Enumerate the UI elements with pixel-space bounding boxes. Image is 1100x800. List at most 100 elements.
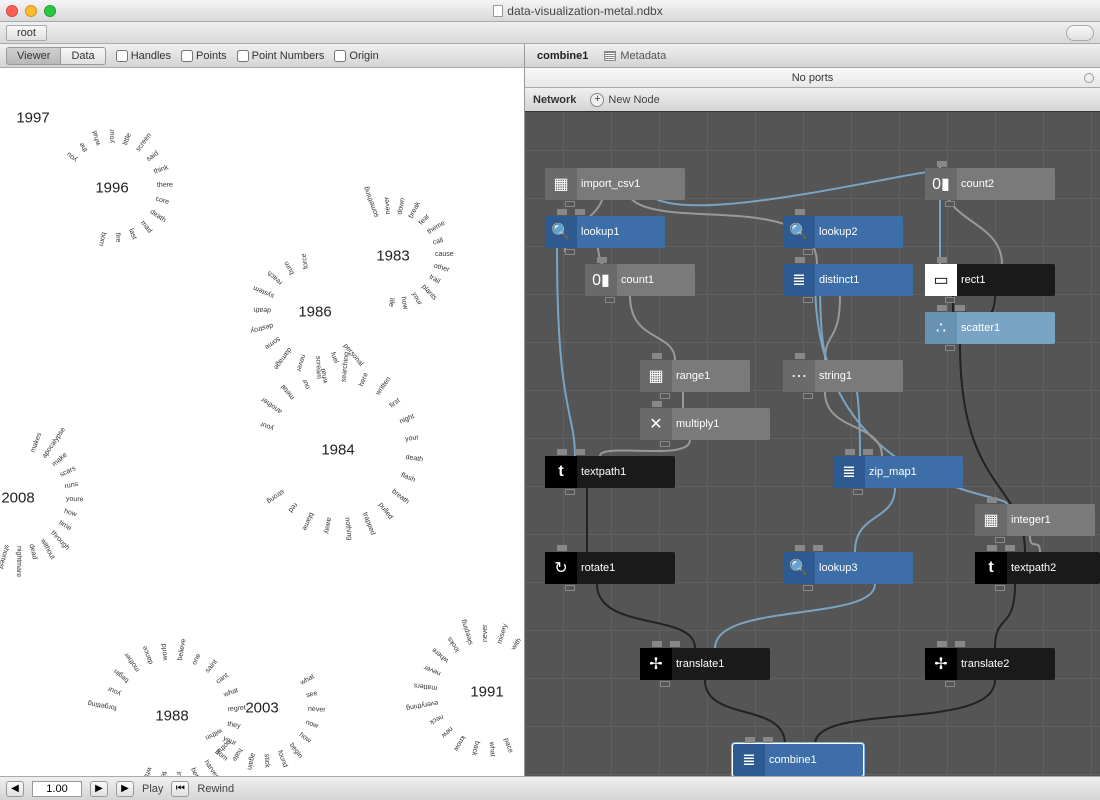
network-canvas[interactable]: ▦import_csv1 0▮count2 🔍lookup1 🔍lookup2 … [525, 112, 1100, 776]
plus-icon: + [590, 93, 604, 107]
svg-text:down: down [396, 197, 406, 215]
svg-text:again: again [245, 752, 256, 770]
tab-viewer[interactable]: Viewer [6, 47, 61, 65]
ports-settings-button[interactable] [1084, 73, 1094, 83]
svg-text:another: another [260, 395, 284, 415]
svg-text:red: red [287, 501, 299, 513]
svg-text:think: think [153, 164, 170, 176]
svg-text:makes: makes [30, 431, 44, 453]
viewer-canvas[interactable]: 1997 1996 1983 1986 1984 2008 1988 2003 … [0, 68, 524, 776]
play-bar: ◀ 1.00 ▶ ▶ Play ⏮ Rewind [0, 776, 1100, 800]
svg-text:burn: burn [283, 260, 296, 276]
breadcrumb-root[interactable]: root [6, 25, 47, 41]
svg-text:looks: looks [446, 635, 461, 653]
svg-text:stick: stick [263, 754, 271, 769]
zoom-window-button[interactable] [44, 5, 56, 17]
rotate-icon: ↻ [545, 552, 577, 584]
node-rotate1[interactable]: ↻rotate1 [545, 552, 675, 584]
svg-text:your: your [259, 420, 275, 431]
selected-node-tab[interactable]: combine1 [533, 48, 592, 64]
svg-text:what: what [488, 741, 496, 757]
metadata-tab[interactable]: Metadata [604, 50, 666, 62]
node-lookup1[interactable]: 🔍lookup1 [545, 216, 665, 248]
svg-text:death: death [405, 454, 423, 463]
svg-text:blame: blame [300, 511, 314, 531]
no-ports-label: No ports [792, 72, 834, 84]
tab-data[interactable]: Data [61, 47, 105, 65]
node-count1[interactable]: 0▮count1 [585, 264, 695, 296]
svg-text:time: time [58, 519, 73, 532]
svg-text:runs: runs [64, 481, 79, 491]
svg-text:your: your [109, 129, 116, 144]
frame-field[interactable]: 1.00 [32, 781, 82, 797]
svg-text:pace: pace [502, 737, 514, 754]
svg-text:little: little [122, 132, 133, 146]
counter-icon: 0▮ [925, 168, 957, 200]
svg-text:through: through [49, 530, 70, 552]
svg-text:what: what [320, 368, 329, 385]
svg-text:core: core [155, 196, 170, 207]
minimize-window-button[interactable] [25, 5, 37, 17]
checkbox-points[interactable]: Points [181, 50, 227, 62]
node-string1[interactable]: ⋯string1 [783, 360, 903, 392]
svg-text:within: within [204, 726, 224, 741]
svg-text:written: written [374, 376, 393, 398]
svg-text:death: death [148, 209, 167, 225]
property-bar: combine1 Metadata [525, 44, 1100, 68]
node-rect1[interactable]: ▭rect1 [925, 264, 1055, 296]
search-icon: 🔍 [545, 216, 577, 248]
frame-forward-button[interactable]: ▶ [90, 781, 108, 797]
svg-text:call: call [432, 237, 444, 247]
new-node-button[interactable]: +New Node [590, 93, 659, 107]
node-lookup3[interactable]: 🔍lookup3 [783, 552, 913, 584]
node-range1[interactable]: ▦range1 [640, 360, 750, 392]
svg-text:nothin: nothin [213, 738, 232, 756]
svg-text:other: other [433, 263, 451, 274]
node-distinct1[interactable]: ≣distinct1 [783, 264, 913, 296]
svg-text:what: what [91, 130, 102, 147]
svg-text:system: system [252, 284, 275, 299]
breadcrumb-toggle[interactable] [1066, 25, 1094, 41]
frame-back-button[interactable]: ◀ [6, 781, 24, 797]
rewind-button[interactable]: ⏮ [171, 781, 189, 797]
svg-text:how: how [63, 508, 78, 519]
svg-text:mother: mother [123, 651, 142, 673]
node-combine1[interactable]: ≣combine1 [733, 744, 863, 776]
svg-text:something: something [363, 185, 381, 218]
counter-icon: 0▮ [585, 264, 617, 296]
svg-text:hate: hate [230, 747, 243, 762]
node-import-csv1[interactable]: ▦import_csv1 [545, 168, 685, 200]
network-tab[interactable]: Network [533, 94, 576, 106]
checkbox-handles[interactable]: Handles [116, 50, 171, 62]
node-multiply1[interactable]: ✕multiply1 [640, 408, 770, 440]
word-wheel: whatseenevernowhowbeginfoundstickagainha… [166, 612, 358, 776]
node-textpath2[interactable]: ttextpath2 [975, 552, 1100, 584]
scatter-icon: ∴ [925, 312, 957, 344]
node-translate1[interactable]: ✢translate1 [640, 648, 770, 680]
svg-text:break: break [408, 200, 422, 219]
svg-text:your: your [405, 434, 420, 443]
window-titlebar: data-visualization-metal.ndbx [0, 0, 1100, 22]
svg-text:first: first [388, 397, 401, 409]
svg-text:fear: fear [418, 212, 432, 226]
play-button[interactable]: ▶ [116, 781, 134, 797]
svg-text:youre: youre [66, 496, 84, 504]
node-integer1[interactable]: ▦integer1 [975, 504, 1095, 536]
node-count2[interactable]: 0▮count2 [925, 168, 1055, 200]
search-icon: 🔍 [783, 216, 815, 248]
word-wheel: youthewhatyourlittlescreensaidthinkthere… [17, 93, 207, 283]
svg-text:know: know [452, 734, 467, 752]
list-icon: ≣ [733, 744, 765, 776]
node-zip-map1[interactable]: ≣zip_map1 [833, 456, 963, 488]
svg-text:night: night [399, 413, 416, 425]
checkbox-point-numbers[interactable]: Point Numbers [237, 50, 325, 62]
svg-text:there: there [157, 182, 173, 189]
node-lookup2[interactable]: 🔍lookup2 [783, 216, 903, 248]
translate-icon: ✢ [925, 648, 957, 680]
checkbox-origin[interactable]: Origin [334, 50, 378, 62]
svg-text:never: never [308, 706, 327, 714]
node-scatter1[interactable]: ∴scatter1 [925, 312, 1055, 344]
node-translate2[interactable]: ✢translate2 [925, 648, 1055, 680]
close-window-button[interactable] [6, 5, 18, 17]
node-textpath1[interactable]: ttextpath1 [545, 456, 675, 488]
